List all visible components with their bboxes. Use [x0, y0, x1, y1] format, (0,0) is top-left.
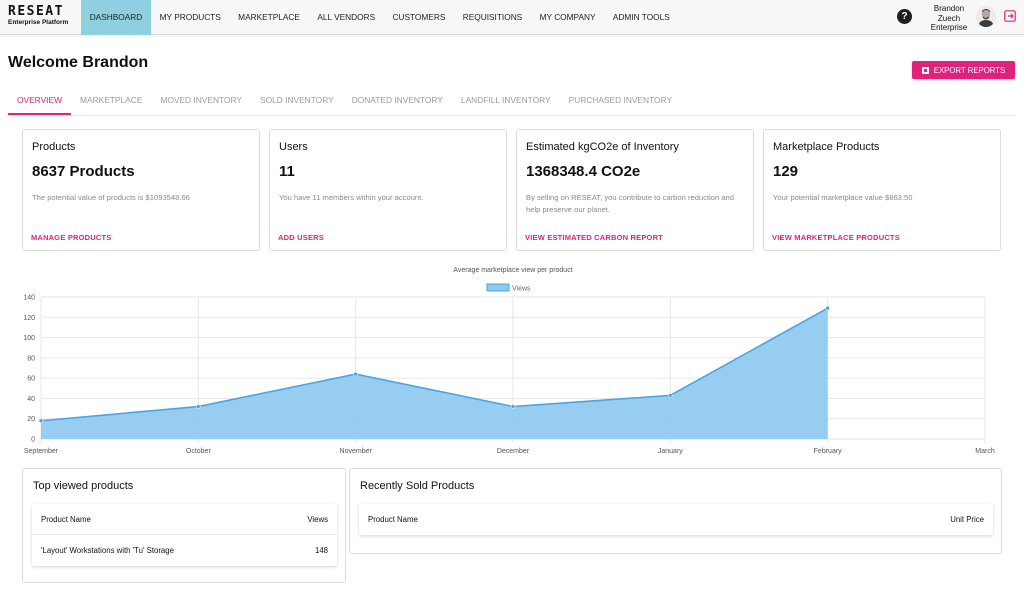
views-cell: 148 — [314, 546, 328, 555]
user-first-name: Brandon — [933, 4, 965, 13]
nav-all-vendors[interactable]: ALL VENDORS — [309, 0, 384, 35]
y-tick-label: 140 — [23, 295, 35, 302]
nav-customers[interactable]: CUSTOMERS — [384, 0, 454, 35]
card-description: You have 11 members within your account. — [279, 193, 424, 202]
view-marketplace-products-link[interactable]: VIEW MARKETPLACE PRODUCTS — [772, 233, 900, 242]
y-tick-label: 0 — [31, 437, 35, 444]
header-product-name[interactable]: Product Name — [368, 504, 418, 535]
tab-purchased-inventory[interactable]: PURCHASED INVENTORY — [560, 88, 681, 115]
products-card: Products 8637 Products The potential val… — [22, 129, 260, 251]
top-viewed-panel: Top viewed products Product Name Views '… — [22, 468, 346, 583]
views-chart-svg: Average marketplace view per product View… — [23, 267, 995, 455]
card-description: The potential value of products is $1093… — [32, 193, 190, 202]
recently-sold-panel: Recently Sold Products Product Name Unit… — [349, 468, 1002, 554]
card-value: 8637 Products — [32, 163, 135, 180]
overview-tabs: OVERVIEW MARKETPLACE MOVED INVENTORY SOL… — [8, 88, 681, 115]
view-carbon-report-link[interactable]: VIEW ESTIMATED CARBON REPORT — [525, 233, 663, 242]
logout-icon[interactable] — [1004, 10, 1016, 22]
y-tick-label: 40 — [27, 396, 35, 403]
table-header-row: Product Name Unit Price — [359, 504, 993, 535]
x-tick-label: September — [24, 448, 59, 455]
main-nav: DASHBOARD MY PRODUCTS MARKETPLACE ALL VE… — [81, 0, 678, 35]
card-value: 1368348.4 CO2e — [526, 163, 641, 180]
table-row[interactable]: 'Layout' Workstations with 'Tu' Storage … — [32, 535, 337, 566]
user-last-name: Zuech — [937, 13, 961, 23]
header-product-name[interactable]: Product Name — [41, 504, 91, 535]
user-name[interactable]: Brandon Zuech Enterprise — [920, 4, 978, 33]
x-tick-label: February — [814, 448, 843, 455]
card-description: By selling on RESEAT, you contribute to … — [526, 193, 734, 214]
data-point — [825, 305, 830, 311]
manage-products-link[interactable]: MANAGE PRODUCTS — [31, 233, 112, 242]
views-chart: Average marketplace view per product View… — [0, 262, 1024, 457]
panel-title: Recently Sold Products — [360, 480, 475, 492]
x-tick-label: March — [975, 448, 995, 455]
question-circle-icon[interactable]: ? — [897, 9, 912, 24]
nav-marketplace[interactable]: MARKETPLACE — [229, 0, 308, 35]
tab-donated-inventory[interactable]: DONATED INVENTORY — [343, 88, 452, 115]
legend-swatch — [486, 283, 510, 292]
data-point — [353, 371, 358, 377]
nav-requisitions[interactable]: REQUISITIONS — [454, 0, 531, 35]
nav-my-company[interactable]: MY COMPANY — [531, 0, 604, 35]
logo-brand: RESEAT — [8, 4, 64, 19]
tab-landfill-inventory[interactable]: LANDFILL INVENTORY — [452, 88, 560, 115]
avatar[interactable] — [976, 6, 996, 27]
card-title: Users — [279, 141, 308, 153]
panel-title: Top viewed products — [33, 480, 134, 492]
tab-overview[interactable]: OVERVIEW — [8, 88, 71, 115]
tab-marketplace[interactable]: MARKETPLACE — [71, 88, 151, 115]
y-tick-label: 100 — [23, 335, 35, 342]
tabs-divider — [8, 115, 1016, 116]
card-title: Products — [32, 141, 76, 153]
y-tick-label: 60 — [27, 376, 35, 383]
user-plan: Enterprise — [930, 23, 968, 32]
header-unit-price[interactable]: Unit Price — [950, 504, 984, 535]
marketplace-products-card: Marketplace Products 129 Your potential … — [763, 129, 1001, 251]
page-title: Welcome Brandon — [8, 54, 149, 71]
card-title: Marketplace Products — [773, 141, 880, 153]
y-tick-label: 120 — [23, 315, 35, 322]
y-tick-label: 80 — [27, 355, 35, 362]
add-users-link[interactable]: ADD USERS — [278, 233, 324, 242]
y-tick-label: 20 — [27, 416, 35, 423]
report-icon — [921, 66, 929, 74]
table-header-row: Product Name Views — [32, 504, 337, 535]
export-reports-label: EXPORT REPORTS — [933, 65, 1006, 75]
export-reports-button[interactable]: EXPORT REPORTS — [912, 61, 1015, 79]
x-tick-label: October — [186, 448, 212, 455]
data-point — [196, 404, 201, 409]
card-description: Your potential marketplace value $863.50 — [773, 193, 913, 202]
nav-admin-tools[interactable]: ADMIN TOOLS — [604, 0, 678, 35]
legend-label: Views — [512, 286, 531, 293]
nav-my-products[interactable]: MY PRODUCTS — [151, 0, 230, 35]
recently-sold-table: Product Name Unit Price — [359, 504, 993, 535]
tab-moved-inventory[interactable]: MOVED INVENTORY — [151, 88, 251, 115]
logo-subtitle: Enterprise Platform — [8, 19, 69, 26]
top-viewed-table: Product Name Views 'Layout' Workstations… — [32, 504, 337, 566]
x-tick-label: December — [497, 448, 530, 455]
avatar-image — [976, 6, 996, 27]
header-views[interactable]: Views — [307, 504, 328, 535]
tab-sold-inventory[interactable]: SOLD INVENTORY — [251, 88, 343, 115]
carbon-card: Estimated kgCO2e of Inventory 1368348.4 … — [516, 129, 754, 251]
data-point — [510, 404, 516, 409]
product-name-cell: 'Layout' Workstations with 'Tu' Storage — [41, 546, 174, 555]
chart-title: Average marketplace view per product — [453, 267, 572, 274]
card-value: 11 — [279, 163, 295, 180]
card-value: 129 — [773, 163, 799, 180]
nav-dashboard[interactable]: DASHBOARD — [81, 0, 151, 35]
x-tick-label: November — [340, 448, 373, 455]
data-point — [38, 418, 44, 423]
card-title: Estimated kgCO2e of Inventory — [526, 141, 679, 153]
top-navbar: RESEAT Enterprise Platform DASHBOARD MY … — [0, 0, 1024, 35]
users-card: Users 11 You have 11 members within your… — [269, 129, 507, 251]
app-logo[interactable]: RESEAT Enterprise Platform — [8, 5, 68, 27]
x-tick-label: January — [658, 448, 683, 455]
data-point — [668, 393, 673, 398]
